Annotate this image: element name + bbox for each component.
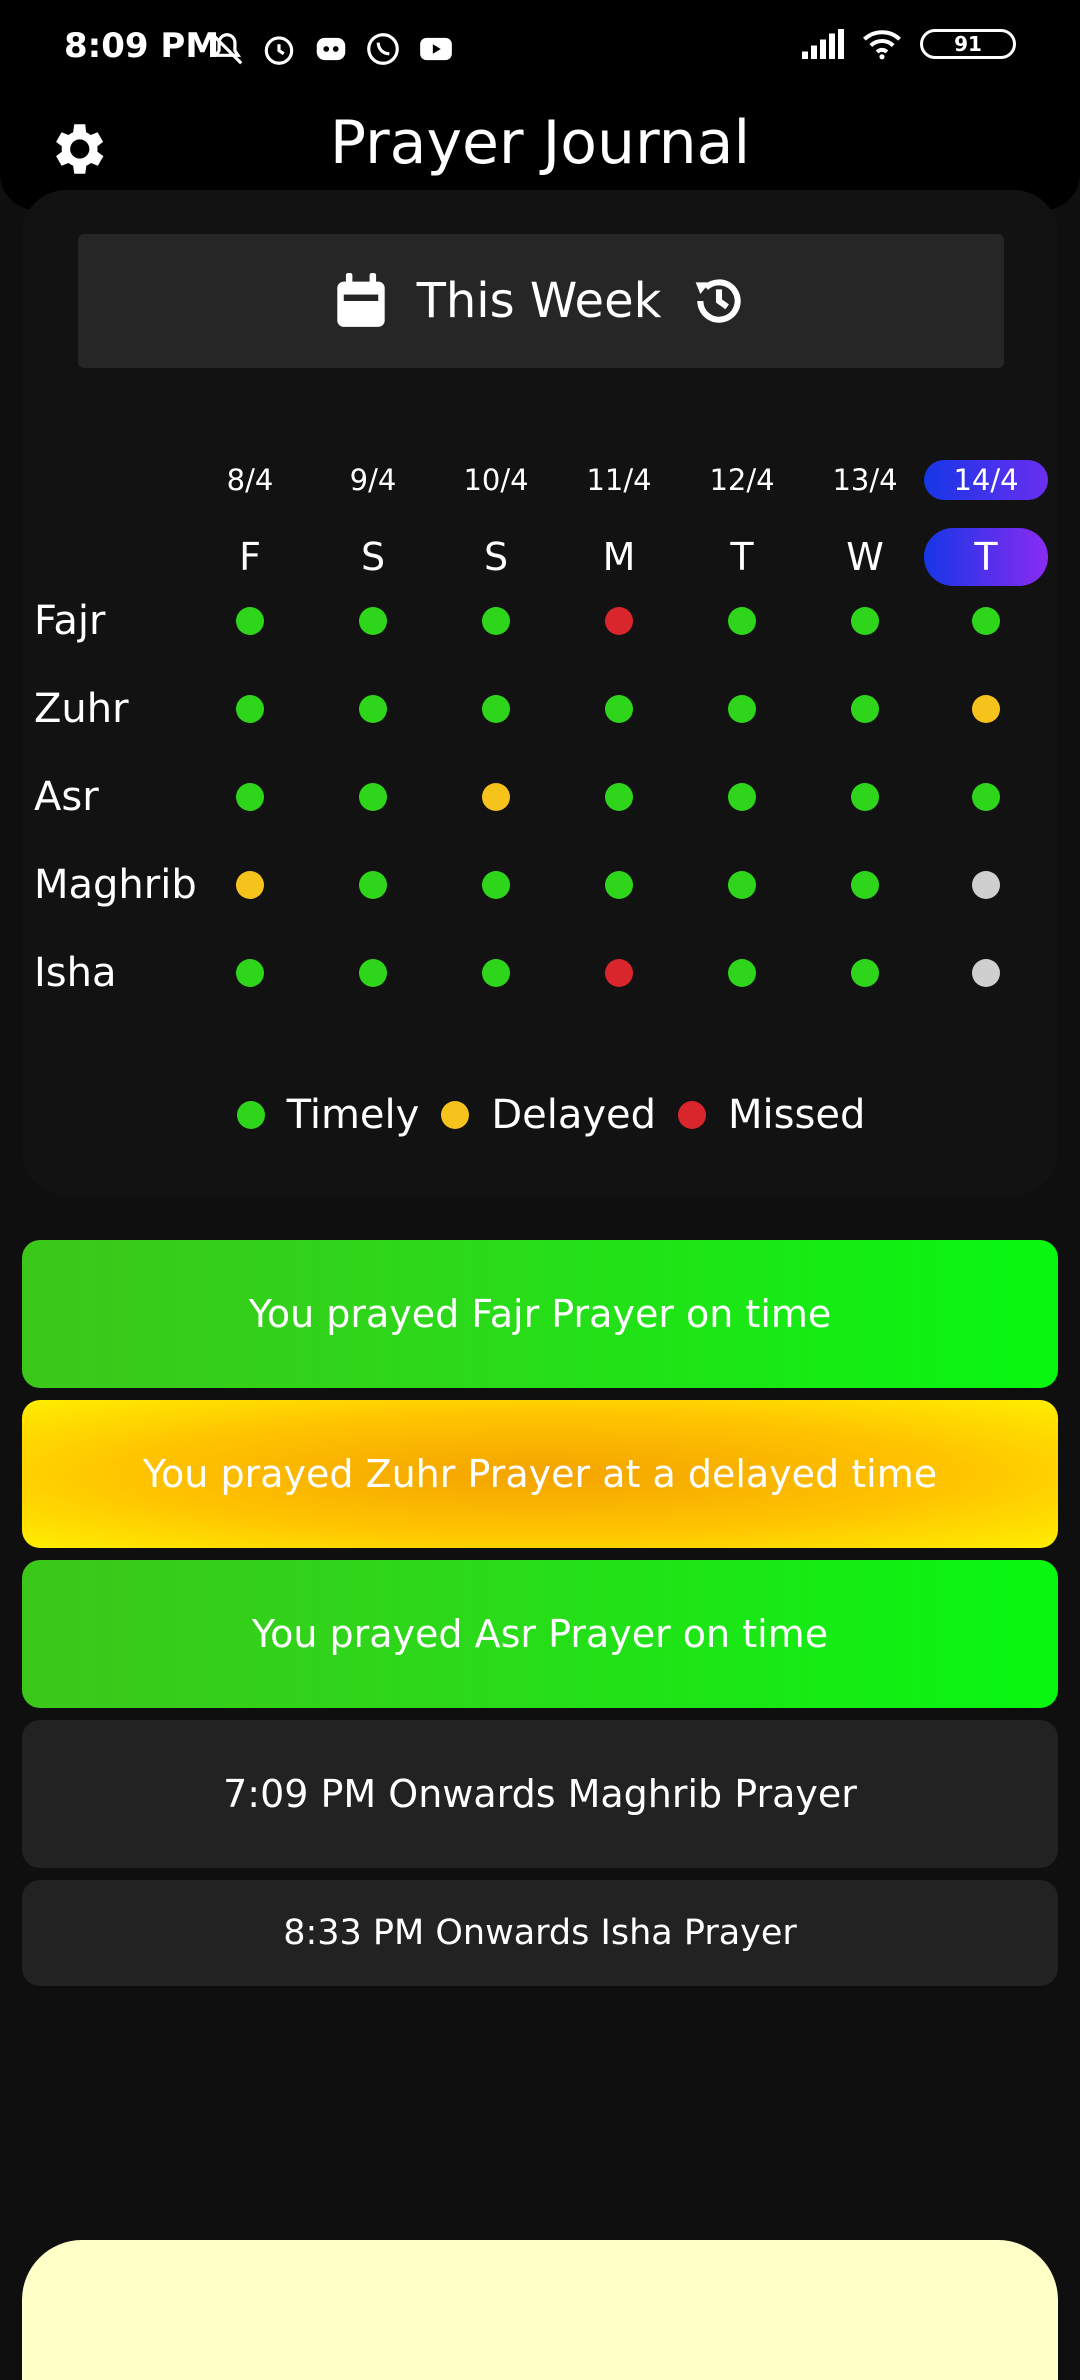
day-label[interactable]: S [436, 528, 556, 586]
status-dot-timely[interactable] [728, 959, 756, 987]
day-label[interactable]: S [313, 528, 433, 586]
prayer-card-asr[interactable]: You prayed Asr Prayer on time [22, 1560, 1058, 1708]
status-dot-timely[interactable] [482, 695, 510, 723]
prayer-card-text: You prayed Zuhr Prayer at a delayed time [142, 1452, 938, 1496]
status-dot-timely[interactable] [851, 959, 879, 987]
prayer-row-label: Maghrib [34, 862, 197, 908]
status-dot-timely[interactable] [359, 959, 387, 987]
status-dot-timely[interactable] [851, 871, 879, 899]
status-dot-timely[interactable] [236, 783, 264, 811]
week-selector-button[interactable]: This Week [78, 234, 1004, 368]
status-dot-timely[interactable] [359, 607, 387, 635]
legend: Timely Delayed Missed [0, 1092, 1080, 1138]
status-dot-pending[interactable] [972, 871, 1000, 899]
prayer-row-label: Isha [34, 950, 117, 996]
status-dot-timely[interactable] [482, 871, 510, 899]
day-label[interactable]: T [682, 528, 802, 586]
status-time: 8:09 PM [64, 26, 220, 66]
prayer-row-label: Zuhr [34, 686, 129, 732]
timely-dot-icon [236, 1101, 265, 1129]
day-label[interactable]: W [805, 528, 925, 586]
bottom-sheet[interactable] [22, 2240, 1058, 2380]
page-title: Prayer Journal [329, 108, 751, 178]
status-dot-timely[interactable] [236, 695, 264, 723]
legend-delayed-label: Delayed [491, 1092, 657, 1138]
legend-delayed: Delayed [419, 1092, 656, 1138]
status-dot-timely[interactable] [728, 607, 756, 635]
delayed-dot-icon [441, 1101, 470, 1129]
notification-icons [208, 30, 456, 68]
status-dot-timely[interactable] [482, 959, 510, 987]
prayer-card-text: You prayed Asr Prayer on time [251, 1612, 829, 1656]
status-dot-timely[interactable] [605, 871, 633, 899]
date-today[interactable]: 14/4 [924, 460, 1048, 500]
day-label[interactable]: M [559, 528, 679, 586]
missed-dot-icon [678, 1101, 707, 1129]
status-bar: 8:09 PM 91 [0, 0, 1080, 98]
prayer-card-text: 8:33 PM Onwards Isha Prayer [283, 1913, 797, 1953]
status-dot-timely[interactable] [605, 783, 633, 811]
status-dot-timely[interactable] [728, 871, 756, 899]
day-today[interactable]: T [924, 528, 1048, 586]
status-dot-timely[interactable] [359, 783, 387, 811]
week-label: This Week [416, 273, 662, 329]
prayer-card-isha[interactable]: 8:33 PM Onwards Isha Prayer [22, 1880, 1058, 1986]
prayer-row-label: Fajr [34, 598, 106, 644]
status-dot-timely[interactable] [236, 959, 264, 987]
date-label[interactable]: 9/4 [313, 460, 433, 500]
youtube-icon [420, 37, 452, 61]
status-dot-timely[interactable] [972, 607, 1000, 635]
date-label[interactable]: 8/4 [190, 460, 310, 500]
history-icon[interactable] [691, 273, 747, 329]
prayer-card-fajr[interactable]: You prayed Fajr Prayer on time [22, 1240, 1058, 1388]
status-dot-timely[interactable] [236, 607, 264, 635]
system-icons: 91 [802, 28, 1016, 60]
prayer-row-label: Asr [34, 774, 99, 820]
legend-timely-label: Timely [286, 1092, 420, 1138]
prayer-card-text: 7:09 PM Onwards Maghrib Prayer [223, 1772, 857, 1816]
whatsapp-icon [367, 33, 399, 65]
legend-missed: Missed [656, 1092, 865, 1138]
date-label[interactable]: 13/4 [805, 460, 925, 500]
wifi-icon [863, 30, 901, 60]
status-dot-timely[interactable] [851, 607, 879, 635]
prayer-card-zuhr[interactable]: You prayed Zuhr Prayer at a delayed time [22, 1400, 1058, 1548]
status-dot-delayed[interactable] [236, 871, 264, 899]
status-dot-timely[interactable] [972, 783, 1000, 811]
prayer-card-maghrib[interactable]: 7:09 PM Onwards Maghrib Prayer [22, 1720, 1058, 1868]
status-dot-delayed[interactable] [482, 783, 510, 811]
discord-icon [316, 37, 346, 61]
status-dot-timely[interactable] [728, 783, 756, 811]
date-label[interactable]: 10/4 [436, 460, 556, 500]
battery-indicator: 91 [920, 29, 1016, 59]
legend-timely: Timely [215, 1092, 420, 1138]
status-dot-timely[interactable] [851, 695, 879, 723]
date-label[interactable]: 12/4 [682, 460, 802, 500]
date-label[interactable]: 11/4 [559, 460, 679, 500]
status-dot-timely[interactable] [359, 695, 387, 723]
status-dot-missed[interactable] [605, 607, 633, 635]
status-dot-timely[interactable] [728, 695, 756, 723]
calendar-icon [336, 273, 385, 327]
status-dot-timely[interactable] [482, 607, 510, 635]
status-dot-timely[interactable] [851, 783, 879, 811]
signal-icon [802, 29, 844, 59]
status-dot-timely[interactable] [605, 695, 633, 723]
prayer-card-text: You prayed Fajr Prayer on time [248, 1292, 832, 1336]
status-dot-missed[interactable] [605, 959, 633, 987]
status-dot-timely[interactable] [359, 871, 387, 899]
status-dot-pending[interactable] [972, 959, 1000, 987]
alarm-icon [264, 36, 294, 65]
day-label[interactable]: F [190, 528, 310, 586]
mute-icon [211, 33, 243, 65]
legend-missed-label: Missed [728, 1092, 866, 1138]
status-dot-delayed[interactable] [972, 695, 1000, 723]
